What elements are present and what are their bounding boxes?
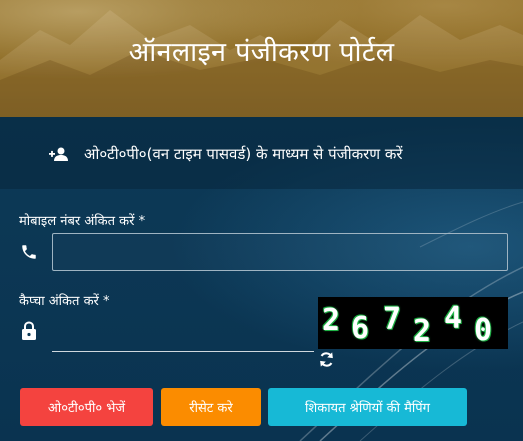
- captcha-input[interactable]: [52, 314, 314, 352]
- captcha-digit: 4: [444, 301, 463, 336]
- send-otp-button[interactable]: ओ०टी०पी० भेजें: [20, 388, 153, 426]
- mobile-label: मोबाइल नंबर अंकित करें *: [19, 214, 146, 229]
- add-user-icon: [49, 146, 69, 165]
- captcha-digit: 6: [351, 311, 370, 346]
- subheader-text: ओ०टी०पी०(वन टाइम पासवर्ड) के माध्यम से प…: [84, 145, 403, 163]
- captcha-digit: 0: [474, 313, 493, 348]
- captcha-digit: 2: [413, 314, 432, 349]
- lock-icon: [21, 321, 37, 345]
- complaint-mapping-button[interactable]: शिकायत श्रेणियों की मैपिंग: [268, 388, 467, 426]
- page-title: ऑनलाइन पंजीकरण पोर्टल: [128, 37, 395, 68]
- captcha-image: 2 6 7 2 4 0: [318, 297, 508, 349]
- captcha-digit: 7: [383, 302, 402, 337]
- header-banner: ऑनलाइन पंजीकरण पोर्टल: [0, 0, 523, 117]
- mobile-input[interactable]: [52, 233, 508, 271]
- reset-button[interactable]: रीसेट करे: [161, 388, 261, 426]
- refresh-icon[interactable]: [318, 351, 335, 372]
- captcha-label: कैप्चा अंकित करें *: [19, 294, 110, 309]
- captcha-digit: 2: [322, 303, 341, 338]
- phone-icon: [20, 243, 38, 265]
